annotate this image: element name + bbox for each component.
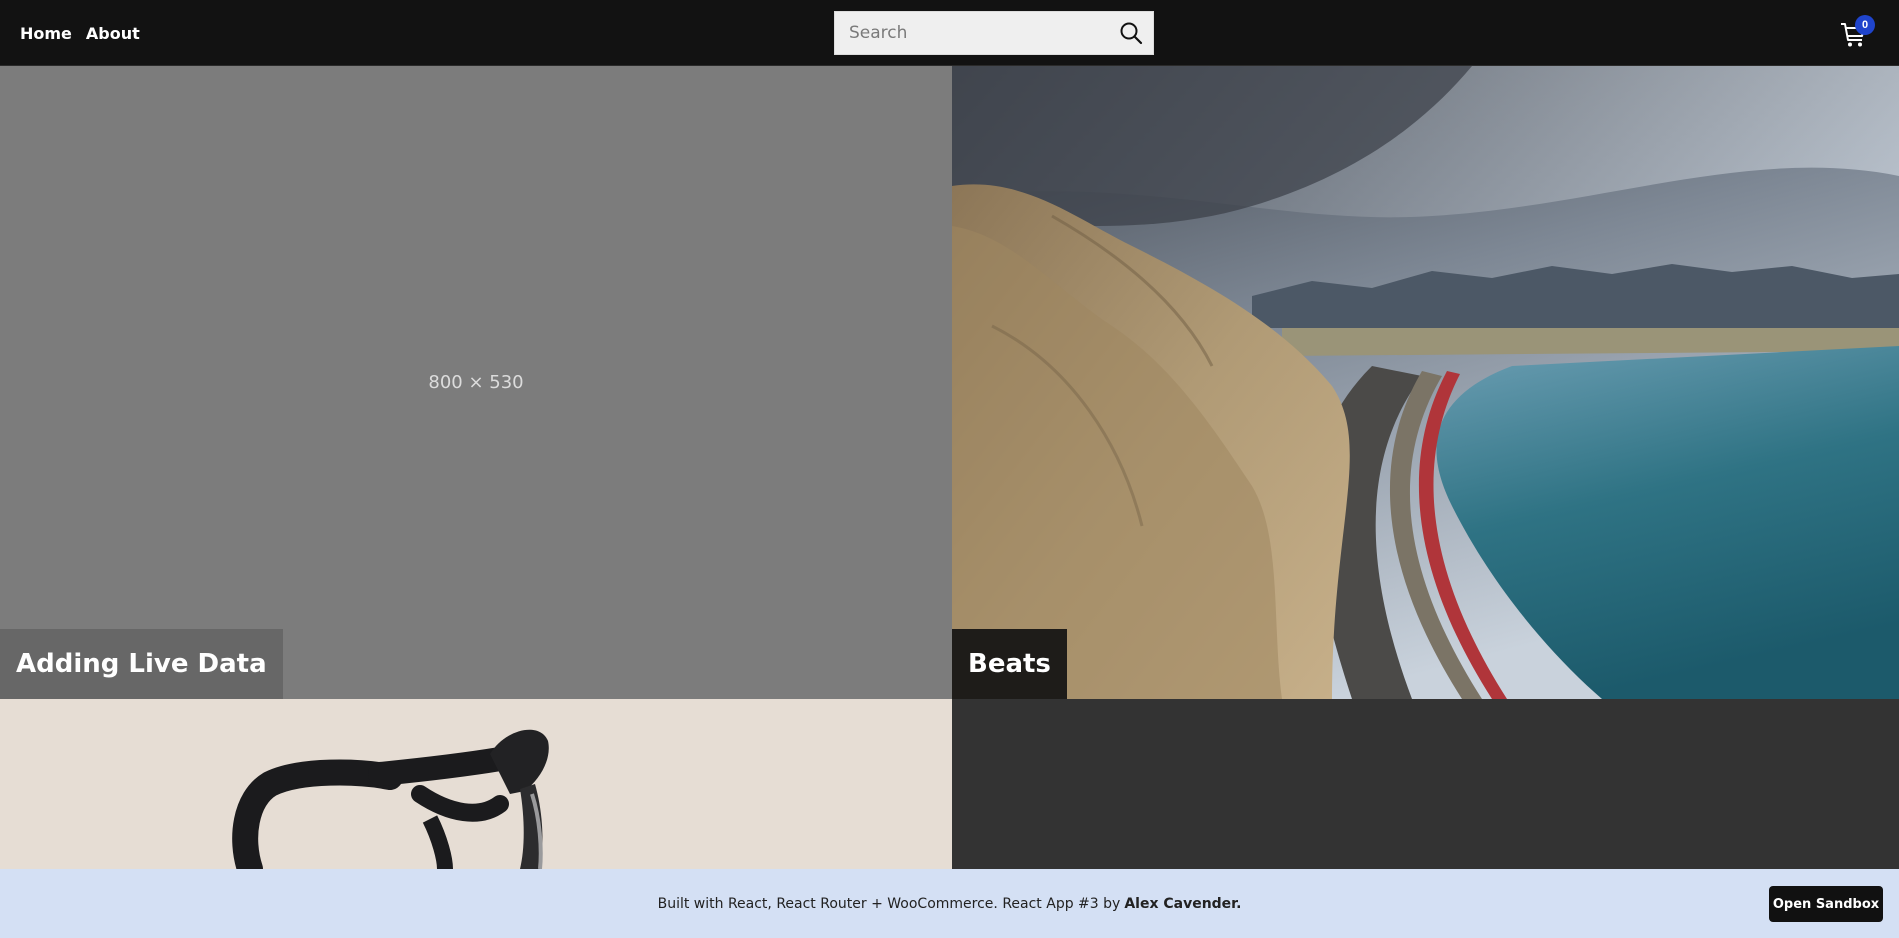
image-placeholder-dimensions: 800 × 530: [428, 372, 524, 393]
post-title[interactable]: Beats: [952, 629, 1067, 699]
cart-count-badge: 0: [1855, 15, 1875, 35]
main-nav: Home About: [20, 0, 140, 66]
landscape-image: [952, 66, 1899, 699]
banner-text: Built with React, React Router + WooComm…: [0, 869, 1899, 938]
top-navbar: Home About 0: [0, 0, 1899, 66]
post-tile-bike[interactable]: [0, 699, 952, 869]
author-name: Alex Cavender.: [1124, 895, 1242, 912]
bicycle-handlebar-image: [0, 699, 952, 869]
open-sandbox-button[interactable]: Open Sandbox: [1769, 886, 1883, 922]
empty-tile: [952, 699, 1899, 869]
search-input[interactable]: [835, 12, 1109, 54]
banner-description: Built with React, React Router + WooComm…: [657, 895, 1121, 912]
sandbox-banner: Built with React, React Router + WooComm…: [0, 869, 1899, 938]
cart-button[interactable]: 0: [1840, 15, 1875, 52]
search-icon[interactable]: [1109, 11, 1153, 55]
nav-link-home[interactable]: Home: [20, 24, 72, 43]
post-title[interactable]: Adding Live Data: [0, 629, 283, 699]
nav-link-about[interactable]: About: [86, 24, 140, 43]
search-box: [834, 11, 1154, 55]
post-tile-adding-live-data[interactable]: 800 × 530 Adding Live Data: [0, 66, 952, 699]
cart-icon: [1840, 23, 1866, 52]
post-tile-beats[interactable]: Beats: [952, 66, 1899, 699]
